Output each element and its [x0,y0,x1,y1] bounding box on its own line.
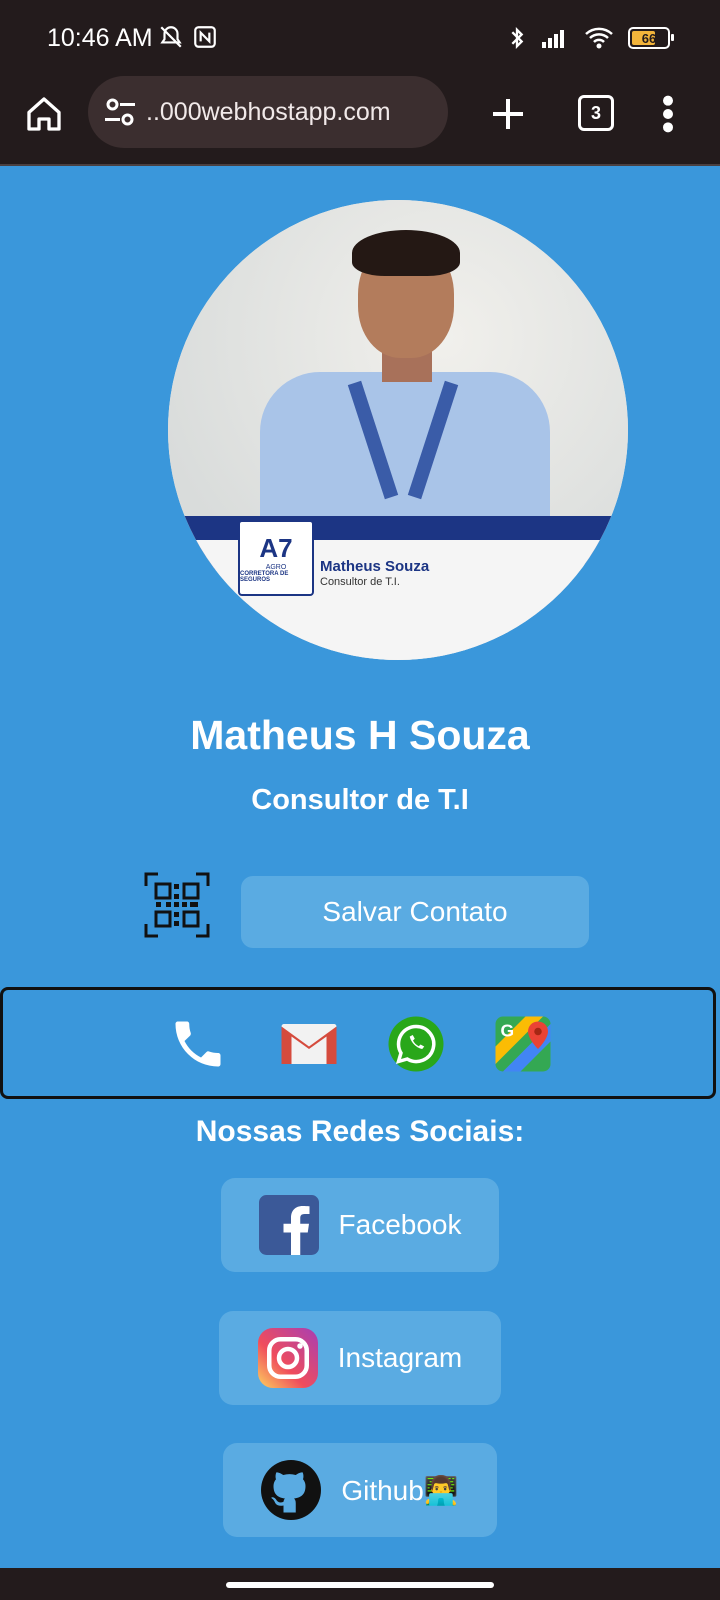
profile-name: Matheus H Souza [190,712,530,758]
github-button[interactable]: Github👨‍💻 [223,1443,497,1537]
bluetooth-icon [511,27,524,49]
browser-toolbar: ..000webhostapp.com 3 [0,76,720,166]
whatsapp-icon[interactable] [386,1014,446,1074]
tab-switcher-button[interactable]: 3 [578,95,614,131]
site-settings-icon[interactable] [102,94,138,130]
gmail-icon[interactable] [279,1014,339,1074]
github-icon [261,1460,322,1520]
contact-icons-bar: G [0,987,716,1099]
profile-role: Consultor de T.I [251,784,469,816]
url-text[interactable]: ..000webhostapp.com [146,98,436,127]
social-section-title: Nossas Redes Sociais: [195,1115,525,1148]
system-nav-bar [0,1568,720,1600]
qr-code-icon[interactable] [144,872,210,938]
gesture-handle[interactable] [226,1582,494,1588]
instagram-button[interactable]: Instagram [219,1311,501,1405]
facebook-label: Facebook [338,1209,462,1240]
company-logo: A7 AGRO CORRETORA DE SEGUROS [238,520,314,596]
home-icon[interactable] [24,94,64,134]
status-time: 10:46 AM [47,24,153,52]
nfc-icon [194,26,216,48]
wifi-icon [585,27,613,49]
address-bar[interactable]: ..000webhostapp.com [88,76,448,148]
facebook-icon [258,1195,319,1255]
phone-icon[interactable] [168,1014,228,1074]
bell-off-icon [160,26,182,48]
profile-photo: A7 AGRO CORRETORA DE SEGUROS Matheus Sou… [168,200,628,660]
more-options-icon[interactable] [660,94,676,134]
github-label: Github👨‍💻 [341,1474,459,1506]
facebook-button[interactable]: Facebook [221,1178,499,1272]
signal-icon [542,30,564,48]
svg-text:G: G [501,1021,515,1041]
google-maps-icon[interactable]: G [493,1014,553,1074]
photo-badge-name: Matheus Souza [320,558,430,575]
new-tab-icon[interactable] [488,94,528,134]
instagram-icon [257,1328,318,1388]
status-icons-right: 66 [508,24,674,52]
instagram-label: Instagram [337,1342,463,1373]
battery-icon: 66 [628,27,674,49]
status-bar: 10:46 AM 66 [0,0,720,76]
save-contact-button[interactable]: Salvar Contato [241,876,589,948]
status-icons-left [158,24,218,50]
photo-badge-role: Consultor de T.I. [320,576,400,588]
battery-level: 66 [641,30,657,46]
